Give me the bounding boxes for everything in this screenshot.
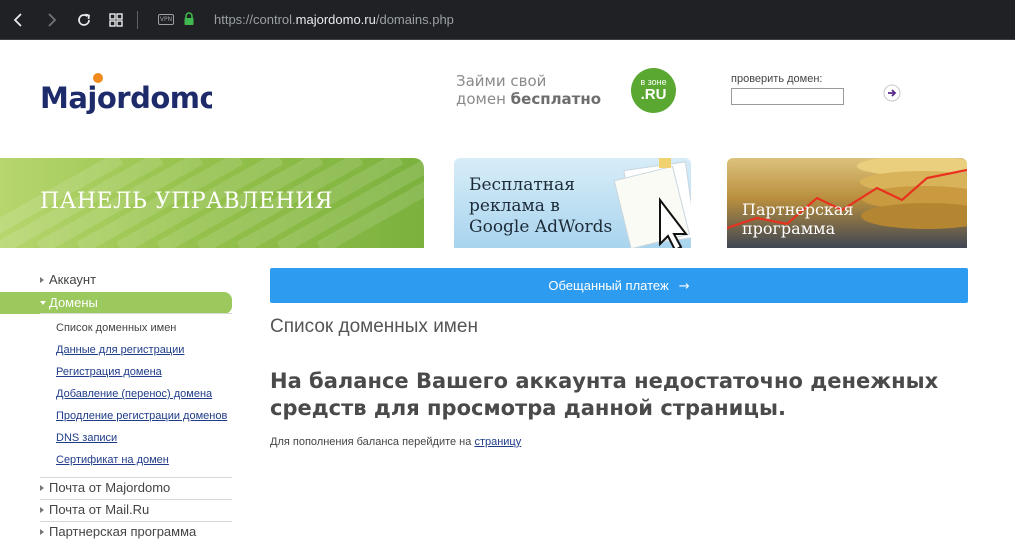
pay-button-label: Обещанный платеж [548, 278, 669, 293]
toolbar-divider [137, 11, 138, 29]
sidebar-item-domains[interactable]: Домены [0, 292, 232, 314]
warning-line-1: На балансе Вашего аккаунта недостаточно … [270, 369, 939, 393]
sidebar-subitem-domain-transfer[interactable]: Добавление (перенос) домена [56, 387, 212, 401]
reload-icon[interactable] [74, 10, 94, 30]
top-up-page-link[interactable]: страницу [474, 436, 521, 448]
partner-line-1: Партнерская [742, 200, 854, 219]
forward-icon[interactable] [41, 10, 61, 30]
url-path: /domains.php [375, 12, 454, 27]
sidebar-subitem-registration-data[interactable]: Данные для регистрации [56, 343, 184, 357]
warning-line-2: средств для просмотра данной страницы. [270, 396, 786, 420]
ru-zone-badge[interactable]: в зоне .RU [631, 68, 676, 113]
chevron-right-icon [40, 507, 44, 513]
ad-line-1: Бесплатная [469, 175, 575, 195]
check-domain-go-icon[interactable] [883, 84, 901, 102]
control-panel-title: ПАНЕЛЬ УПРАВЛЕНИЯ [40, 189, 334, 214]
sidebar-item-label: Домены [49, 295, 98, 310]
majordomo-logo[interactable]: Majordomo [40, 70, 212, 124]
back-icon[interactable] [9, 10, 29, 30]
logo-dot-icon [93, 73, 103, 83]
promised-payment-button[interactable]: Обещанный платеж → [270, 268, 968, 303]
lock-icon[interactable] [182, 11, 196, 27]
sidebar-item-label: Партнерская программа [49, 524, 197, 539]
sidebar-subitem-domain-list[interactable]: Список доменных имен [56, 321, 176, 335]
sidebar-subitem-domain-registration[interactable]: Регистрация домена [56, 365, 162, 379]
sidebar-item-partner[interactable]: Партнерская программа [0, 521, 232, 543]
chevron-right-icon [40, 529, 44, 535]
arrow-right-icon: → [678, 279, 690, 294]
chevron-down-icon [40, 301, 46, 305]
sidebar-subitem-dns-records[interactable]: DNS записи [56, 431, 117, 445]
sidebar-subitem-domain-renewal[interactable]: Продление регистрации доменов [56, 409, 227, 423]
partner-banner-text[interactable]: Партнерская программа [742, 200, 854, 238]
page-title: Список доменных имен [270, 316, 478, 337]
sidebar-divider [40, 313, 232, 314]
sidebar-item-mail-mailru[interactable]: Почта от Mail.Ru [0, 499, 232, 521]
promo-line-1: Займи свой [456, 72, 547, 90]
url-prefix: https://control. [214, 12, 296, 27]
sidebar-item-label: Почта от Majordomo [49, 480, 171, 495]
free-domain-promo[interactable]: Займи свой домен бесплатно [456, 72, 601, 108]
sidebar-subitem-certificate[interactable]: Сертификат на домен [56, 453, 169, 467]
check-domain-input[interactable] [731, 88, 844, 105]
top-up-hint: Для пополнения баланса перейдите на стра… [270, 436, 521, 448]
chevron-right-icon [40, 485, 44, 491]
logo-text: Majordomo [40, 81, 212, 115]
tabs-grid-icon[interactable] [106, 10, 126, 30]
ad-line-3: Google AdWords [469, 217, 613, 237]
vpn-badge[interactable]: VPN [158, 14, 174, 25]
ad-line-2: реклама в [469, 196, 560, 216]
chevron-right-icon [40, 277, 44, 283]
zone-badge-line-2: .RU [640, 86, 667, 103]
partner-line-2: программа [742, 219, 836, 238]
address-bar[interactable]: https://control.majordomo.ru/domains.php [214, 11, 454, 29]
sidebar-item-label: Аккаунт [49, 272, 97, 287]
browser-toolbar: VPN https://control.majordomo.ru/domains… [0, 0, 1015, 40]
url-domain: majordomo.ru [295, 12, 376, 27]
check-domain-label: проверить домен: [731, 73, 823, 85]
sidebar-item-account[interactable]: Аккаунт [0, 269, 232, 291]
hint-text: Для пополнения баланса перейдите на [270, 436, 475, 448]
sidebar-item-label: Почта от Mail.Ru [49, 502, 150, 517]
adwords-banner-text[interactable]: Бесплатная реклама в Google AdWords [469, 175, 612, 238]
insufficient-funds-message: На балансе Вашего аккаунта недостаточно … [270, 368, 970, 422]
promo-line-2: домен бесплатно [456, 90, 602, 108]
sidebar-item-mail-majordomo[interactable]: Почта от Majordomo [0, 477, 232, 499]
